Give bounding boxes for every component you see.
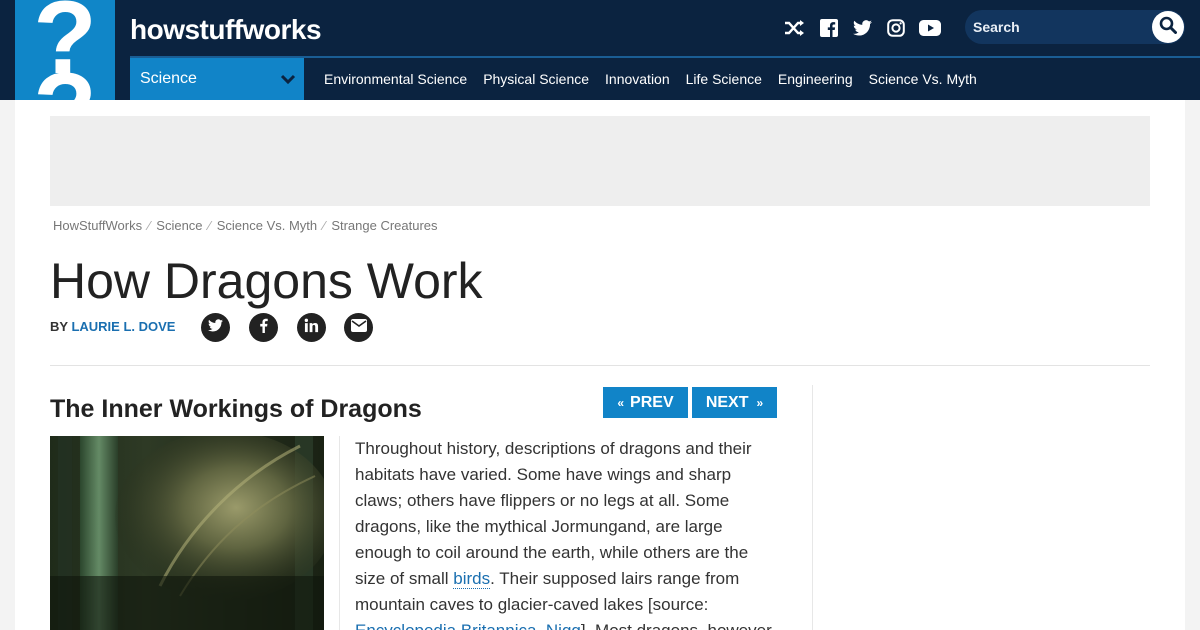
double-chevron-right-icon: » (756, 395, 764, 410)
search-button[interactable] (1152, 11, 1184, 43)
brand-wordmark[interactable]: howstuffworks (130, 14, 322, 46)
sidebar-divider (812, 385, 813, 630)
body-link-encyclopedia-britannica[interactable]: Encyclopedia Britannica (355, 621, 537, 630)
breadcrumb-item[interactable]: Science Vs. Myth (217, 218, 317, 233)
twitter-icon[interactable] (852, 16, 872, 40)
main-nav: Environmental Science Physical Science I… (324, 58, 993, 100)
facebook-icon (259, 318, 268, 338)
email-icon (350, 318, 367, 337)
next-label: NEXT (705, 393, 749, 411)
nav-item-innovation[interactable]: Innovation (605, 71, 670, 87)
share-facebook-button[interactable] (249, 313, 278, 342)
page-title: How Dragons Work (50, 253, 483, 309)
breadcrumb: HowStuffWorks ⁄ Science ⁄ Science Vs. My… (53, 218, 438, 233)
chevron-down-icon (280, 71, 296, 92)
breadcrumb-item[interactable]: Science (156, 218, 202, 233)
breadcrumb-item[interactable]: Strange Creatures (331, 218, 437, 233)
content-area: HowStuffWorks ⁄ Science ⁄ Science Vs. My… (15, 100, 1185, 630)
breadcrumb-separator: ⁄ (148, 218, 151, 233)
logo-mark[interactable]: ? ? (15, 0, 115, 100)
ad-slot (50, 116, 1150, 206)
category-select-label: Science (140, 70, 197, 87)
next-button[interactable]: NEXT » (692, 387, 777, 418)
linkedin-icon (304, 318, 319, 338)
image-divider (339, 436, 340, 630)
double-chevron-left-icon: « (617, 395, 625, 410)
site-header: ? ? howstuffworks Science Environmental … (0, 0, 1200, 100)
body-text: , (536, 621, 545, 630)
search-box (965, 10, 1185, 44)
article-image (50, 436, 324, 630)
body-text: Throughout history, descriptions of drag… (355, 439, 752, 588)
share-email-button[interactable] (344, 313, 373, 342)
nav-item-science-vs-myth[interactable]: Science Vs. Myth (869, 71, 977, 87)
search-icon (1159, 16, 1177, 39)
search-input[interactable] (965, 10, 1145, 44)
section-title: The Inner Workings of Dragons (50, 395, 422, 423)
nav-item-environmental-science[interactable]: Environmental Science (324, 71, 467, 87)
shuffle-icon[interactable] (784, 16, 806, 40)
header-rule (50, 365, 1150, 366)
nav-item-engineering[interactable]: Engineering (778, 71, 853, 87)
nav-item-life-science[interactable]: Life Science (686, 71, 762, 87)
facebook-icon[interactable] (819, 16, 839, 40)
logo-question-mark-lower: ? (15, 58, 115, 100)
youtube-icon[interactable] (919, 16, 941, 40)
author-link[interactable]: LAURIE L. DOVE (71, 319, 175, 334)
breadcrumb-separator: ⁄ (208, 218, 211, 233)
category-select[interactable]: Science (130, 58, 304, 100)
share-twitter-button[interactable] (201, 313, 230, 342)
byline-label: BY (50, 319, 68, 334)
body-link-nigg[interactable]: Nigg (545, 621, 581, 630)
article-body: Throughout history, descriptions of drag… (355, 436, 780, 630)
prev-label: PREV (630, 393, 674, 411)
breadcrumb-item[interactable]: HowStuffWorks (53, 218, 142, 233)
instagram-icon[interactable] (886, 16, 906, 40)
body-link-birds[interactable]: birds (453, 569, 491, 589)
prev-button[interactable]: « PREV (603, 387, 688, 418)
twitter-icon (208, 318, 223, 337)
nav-item-physical-science[interactable]: Physical Science (483, 71, 589, 87)
share-linkedin-button[interactable] (297, 313, 326, 342)
breadcrumb-separator: ⁄ (323, 218, 326, 233)
byline: BY LAURIE L. DOVE (50, 319, 175, 334)
body-text: ]. Most dragons, however (581, 621, 772, 630)
